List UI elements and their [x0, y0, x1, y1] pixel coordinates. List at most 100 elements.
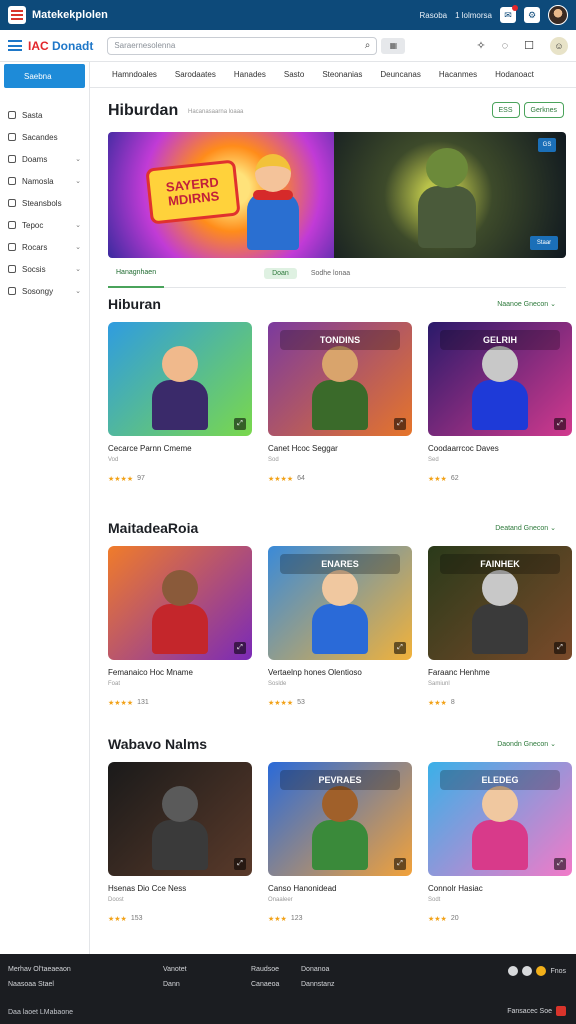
expand-icon[interactable]: ⤢: [554, 418, 566, 430]
game-title: Vertaelnp hones Olentioso: [268, 668, 362, 677]
expand-icon[interactable]: ⤢: [234, 418, 246, 430]
sidebar-item[interactable]: Socsis ⌄: [0, 258, 89, 280]
expand-icon[interactable]: ⤢: [554, 858, 566, 870]
section-more-link[interactable]: Naanoe Gnecon ⌄: [497, 300, 556, 308]
expand-icon[interactable]: ⤢: [394, 418, 406, 430]
chevron-down-icon[interactable]: ⌄: [75, 177, 81, 185]
notification-dot: [512, 5, 518, 11]
game-card[interactable]: PEVRAES ⤢ Canso Hanonidead Onaaleer ★★★ 123: [268, 762, 412, 923]
bookmark-icon[interactable]: ☐: [524, 39, 534, 52]
game-card[interactable]: TONDINS ⤢ Canet Hcoc Seggar Sod ★★★★ 64: [268, 322, 412, 483]
rating-count: 131: [137, 699, 149, 706]
star-icon: ★★★: [108, 916, 127, 923]
sidebar-item[interactable]: Sasta: [0, 104, 89, 126]
expand-icon[interactable]: ⤢: [234, 858, 246, 870]
footer-link[interactable]: Canaeoa: [251, 981, 301, 988]
social-icon[interactable]: [508, 966, 519, 976]
footer-link[interactable]: Vanotet: [163, 966, 251, 973]
search-input[interactable]: Saraernesolenna ⌕: [107, 36, 378, 55]
settings-icon[interactable]: ⚙: [524, 7, 540, 23]
nav-tab[interactable]: Hamndoales: [112, 70, 157, 79]
game-thumbnail: PEVRAES ⤢: [268, 762, 412, 876]
sidebar: Saebna Sasta Sacandes Doams ⌄ Namosla ⌄ Steans…: [0, 62, 90, 954]
nav-tab[interactable]: Hacanmes: [439, 70, 477, 79]
expand-icon[interactable]: ⤢: [394, 642, 406, 654]
profile-icon[interactable]: ☺: [550, 36, 568, 55]
game-card[interactable]: FAINHEK ⤢ Faraanc Henhme Samiunl ★★★ 8: [428, 546, 572, 707]
footer-link[interactable]: Dann: [163, 981, 251, 988]
nav-tab[interactable]: Sasto: [284, 70, 304, 79]
social-icon[interactable]: [536, 966, 547, 976]
sidebar-item[interactable]: Doams ⌄: [0, 148, 89, 170]
footer-link[interactable]: Naasoaa Stael: [8, 981, 163, 988]
sidebar-item-icon: [8, 133, 16, 141]
section-more-link[interactable]: Daondn Gnecon ⌄: [497, 740, 556, 748]
search-icon[interactable]: ⌕: [365, 40, 371, 51]
header-link-1[interactable]: 1 lolmorsa: [455, 11, 492, 20]
game-logo-text: PEVRAES: [280, 770, 400, 790]
chevron-down-icon[interactable]: ⌄: [75, 155, 81, 163]
sidebar-item[interactable]: Namosla ⌄: [0, 170, 89, 192]
footer-column: Donanoa Dannstanz: [301, 966, 381, 988]
game-meta: Foat: [108, 681, 121, 687]
expand-icon[interactable]: ⤢: [394, 858, 406, 870]
game-card[interactable]: GELRIH ⤢ Coodaarrcoc Daves Sed ★★★ 62: [428, 322, 572, 483]
app-logo[interactable]: [8, 6, 26, 24]
chevron-down-icon[interactable]: ⌄: [75, 287, 81, 295]
filter-button[interactable]: ▦: [381, 37, 406, 54]
game-thumbnail: ENARES ⤢: [268, 546, 412, 660]
footer-brand[interactable]: Fansacec Soe: [507, 1006, 566, 1016]
rating-count: 64: [297, 475, 305, 482]
footer-column: Merhav Ol'taeaeaon Naasoaa Stael: [8, 966, 163, 988]
nav-tab[interactable]: Hodanoact: [495, 70, 534, 79]
user-avatar[interactable]: [548, 5, 568, 25]
chevron-down-icon[interactable]: ⌄: [75, 265, 81, 273]
sidebar-item[interactable]: Rocars ⌄: [0, 236, 89, 258]
game-card[interactable]: ⤢ Femanaico Hoc Mname Foat ★★★★ 131: [108, 546, 252, 707]
rating-count: 8: [450, 699, 455, 706]
social-icon[interactable]: [522, 966, 533, 976]
footer-link[interactable]: Dannstanz: [301, 981, 381, 988]
sidebar-item[interactable]: Steansbols: [0, 192, 89, 214]
chevron-down-icon[interactable]: ⌄: [75, 243, 81, 251]
rating: ★★★ 153: [108, 915, 252, 923]
rating: ★★★★ 131: [108, 699, 252, 707]
hero-button-1[interactable]: ESS: [491, 102, 520, 118]
sidebar-item[interactable]: Sacandes: [0, 126, 89, 148]
nav-tab[interactable]: Steonanias: [322, 70, 362, 79]
section-more-link[interactable]: Deatand Gnecon ⌄: [495, 524, 556, 532]
game-title: Canso Hanonidead: [268, 884, 337, 893]
brand-logo[interactable]: IAC Donadt: [28, 39, 93, 53]
rating: ★★★ 20: [428, 915, 572, 923]
chevron-down-icon[interactable]: ⌄: [75, 221, 81, 229]
game-logo-text: TONDINS: [280, 330, 400, 350]
hero-play-button[interactable]: Staar: [530, 236, 558, 250]
sidebar-item[interactable]: Tepoc ⌄: [0, 214, 89, 236]
expand-icon[interactable]: ⤢: [554, 642, 566, 654]
sidebar-item-active[interactable]: Saebna: [4, 64, 85, 88]
footer-link[interactable]: Merhav Ol'taeaeaon: [8, 966, 163, 973]
game-card[interactable]: ⤢ Hsenas Dio Cce Ness Doost ★★★ 153: [108, 762, 252, 923]
sparkle-icon[interactable]: ✧: [476, 39, 485, 52]
nav-tab[interactable]: Sarodaates: [175, 70, 216, 79]
game-card[interactable]: ⤢ Cecarce Parnn Cmeme Vod ★★★★ 97: [108, 322, 252, 483]
game-section: MaitadeaRoia Deatand Gnecon ⌄ ⤢ Femanaico H…: [108, 520, 572, 707]
hero-tab-1[interactable]: Doan: [264, 268, 297, 279]
game-card[interactable]: ELEDEG ⤢ Connolr Hasiac Sodt ★★★ 20: [428, 762, 572, 923]
header-link-0[interactable]: Rasoba: [420, 11, 448, 20]
nav-tab[interactable]: Hanades: [234, 70, 266, 79]
hero-tab-2[interactable]: Sodhe lonaa: [311, 270, 350, 277]
menu-icon[interactable]: [8, 40, 22, 51]
footer-link[interactable]: Donanoa: [301, 966, 381, 973]
footer-link[interactable]: Raudsoe: [251, 966, 301, 973]
hero-title: Hiburdan: [108, 102, 179, 119]
notifications-icon[interactable]: ✉: [500, 5, 518, 23]
chat-icon[interactable]: ◌: [502, 40, 509, 52]
expand-icon[interactable]: ⤢: [234, 642, 246, 654]
hero-tab-0[interactable]: Hanagnhaen: [108, 260, 165, 288]
nav-tab[interactable]: Deuncanas: [380, 70, 420, 79]
hero-banner[interactable]: SAYERD MDIRNS GS Staar: [108, 132, 566, 258]
hero-button-2[interactable]: Gerknes: [523, 102, 564, 118]
sidebar-item[interactable]: Sosongy ⌄: [0, 280, 89, 302]
game-card[interactable]: ENARES ⤢ Vertaelnp hones Olentioso Soslde ★★…: [268, 546, 412, 707]
